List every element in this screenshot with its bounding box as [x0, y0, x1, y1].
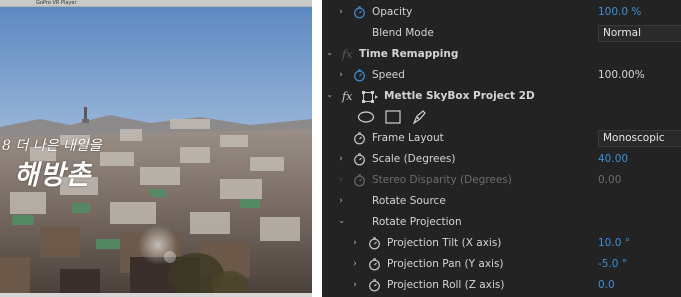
collapse-chevron-icon[interactable]: ›	[324, 91, 334, 101]
expand-chevron-icon[interactable]: ›	[336, 7, 346, 17]
property-label: Projection Tilt (X axis)	[387, 237, 502, 249]
player-title-bar: GoPro VR Player	[0, 0, 312, 7]
blend-mode-dropdown[interactable]: Normal	[598, 25, 681, 42]
group-label: Rotate Source	[372, 195, 446, 207]
rectangle-mask-icon[interactable]	[384, 110, 402, 124]
property-row-blend-mode: Blend Mode Normal	[322, 23, 681, 44]
effect-row-time-remapping: › fx Time Remapping	[322, 44, 681, 65]
stopwatch-icon[interactable]	[353, 132, 366, 145]
frame-layout-dropdown[interactable]: Monoscopic	[598, 130, 681, 147]
property-row-projection-tilt: › Projection Tilt (X axis) 10.0 °	[322, 233, 681, 254]
effect-label: Mettle SkyBox Project 2D	[384, 90, 535, 102]
group-row-rotate-projection[interactable]: › Rotate Projection	[322, 212, 681, 233]
property-label: Opacity	[372, 6, 413, 18]
property-label: Stereo Disparity (Degrees)	[372, 174, 512, 186]
property-label: Frame Layout	[372, 132, 444, 144]
divider	[312, 0, 322, 297]
expand-chevron-icon[interactable]: ›	[350, 259, 360, 269]
fx-badge-icon[interactable]: fx	[342, 89, 352, 104]
property-row-scale: › Scale (Degrees) 40.00	[322, 149, 681, 170]
stopwatch-icon[interactable]	[353, 69, 366, 82]
property-row-frame-layout: Frame Layout Monoscopic	[322, 128, 681, 149]
video-frame[interactable]: 8 더 나은 내일을 해방촌	[0, 7, 312, 297]
property-row-projection-roll: › Projection Roll (Z axis) 0.0	[322, 275, 681, 296]
property-value[interactable]: -5.0 °	[598, 257, 627, 272]
property-row-speed: › Speed 100.00%	[322, 65, 681, 86]
expand-chevron-icon[interactable]: ›	[336, 196, 346, 206]
stopwatch-icon	[354, 174, 365, 187]
group-row-rotate-source[interactable]: › Rotate Source	[322, 191, 681, 212]
transform-box-icon[interactable]	[362, 91, 378, 103]
expand-chevron-icon[interactable]: ›	[336, 154, 346, 164]
collapse-chevron-icon[interactable]: ›	[336, 217, 346, 227]
expand-chevron-icon[interactable]: ›	[336, 175, 346, 185]
property-label: Projection Roll (Z axis)	[387, 279, 505, 291]
collapse-chevron-icon[interactable]: ›	[324, 49, 334, 59]
expand-chevron-icon[interactable]: ›	[350, 238, 360, 248]
fx-badge-icon[interactable]: fx	[342, 47, 352, 62]
pen-mask-icon[interactable]	[410, 110, 428, 124]
effect-row-mettle-skybox: › fx Mettle SkyBox Project 2D	[322, 86, 681, 107]
mask-tools-row	[322, 107, 681, 128]
group-label: Rotate Projection	[372, 216, 462, 228]
stopwatch-icon[interactable]	[368, 258, 381, 271]
property-row-stereo-disparity: › Stereo Disparity (Degrees) 0.00	[322, 170, 681, 191]
property-value: 0.00	[598, 174, 622, 186]
video-overlay-title: 8 더 나은 내일을 해방촌	[2, 135, 102, 192]
property-label: Blend Mode	[372, 27, 434, 39]
stopwatch-icon[interactable]	[353, 153, 366, 166]
effect-label: Time Remapping	[359, 48, 459, 60]
property-value[interactable]: 0.0	[598, 278, 615, 293]
property-row-opacity: › Opacity 100.0 %	[322, 2, 681, 23]
player-bottom-bar	[0, 293, 312, 297]
expand-chevron-icon[interactable]: ›	[350, 280, 360, 290]
property-label: Scale (Degrees)	[372, 153, 456, 165]
stopwatch-icon[interactable]	[368, 237, 381, 250]
property-value[interactable]: 100.0 %	[598, 5, 641, 20]
overlay-subtitle: 8 더 나은 내일을	[2, 138, 102, 154]
property-value[interactable]: 40.00	[598, 152, 628, 167]
expand-chevron-icon[interactable]: ›	[336, 70, 346, 80]
stopwatch-icon[interactable]	[368, 279, 381, 292]
property-row-projection-pan: › Projection Pan (Y axis) -5.0 °	[322, 254, 681, 275]
effect-controls-panel: › Opacity 100.0 % Blend Mode Normal › fx…	[322, 0, 681, 297]
stopwatch-icon[interactable]	[353, 6, 366, 19]
ellipse-mask-icon[interactable]	[357, 110, 375, 124]
property-label: Projection Pan (Y axis)	[387, 258, 504, 270]
property-value[interactable]: 10.0 °	[598, 236, 630, 251]
overlay-title: 해방촌	[14, 160, 92, 191]
vr-player-window: GoPro VR Player 8 더 나은 내일을 해방촌	[0, 0, 312, 297]
property-value[interactable]: 100.00%	[598, 68, 645, 83]
property-label: Speed	[372, 69, 405, 81]
